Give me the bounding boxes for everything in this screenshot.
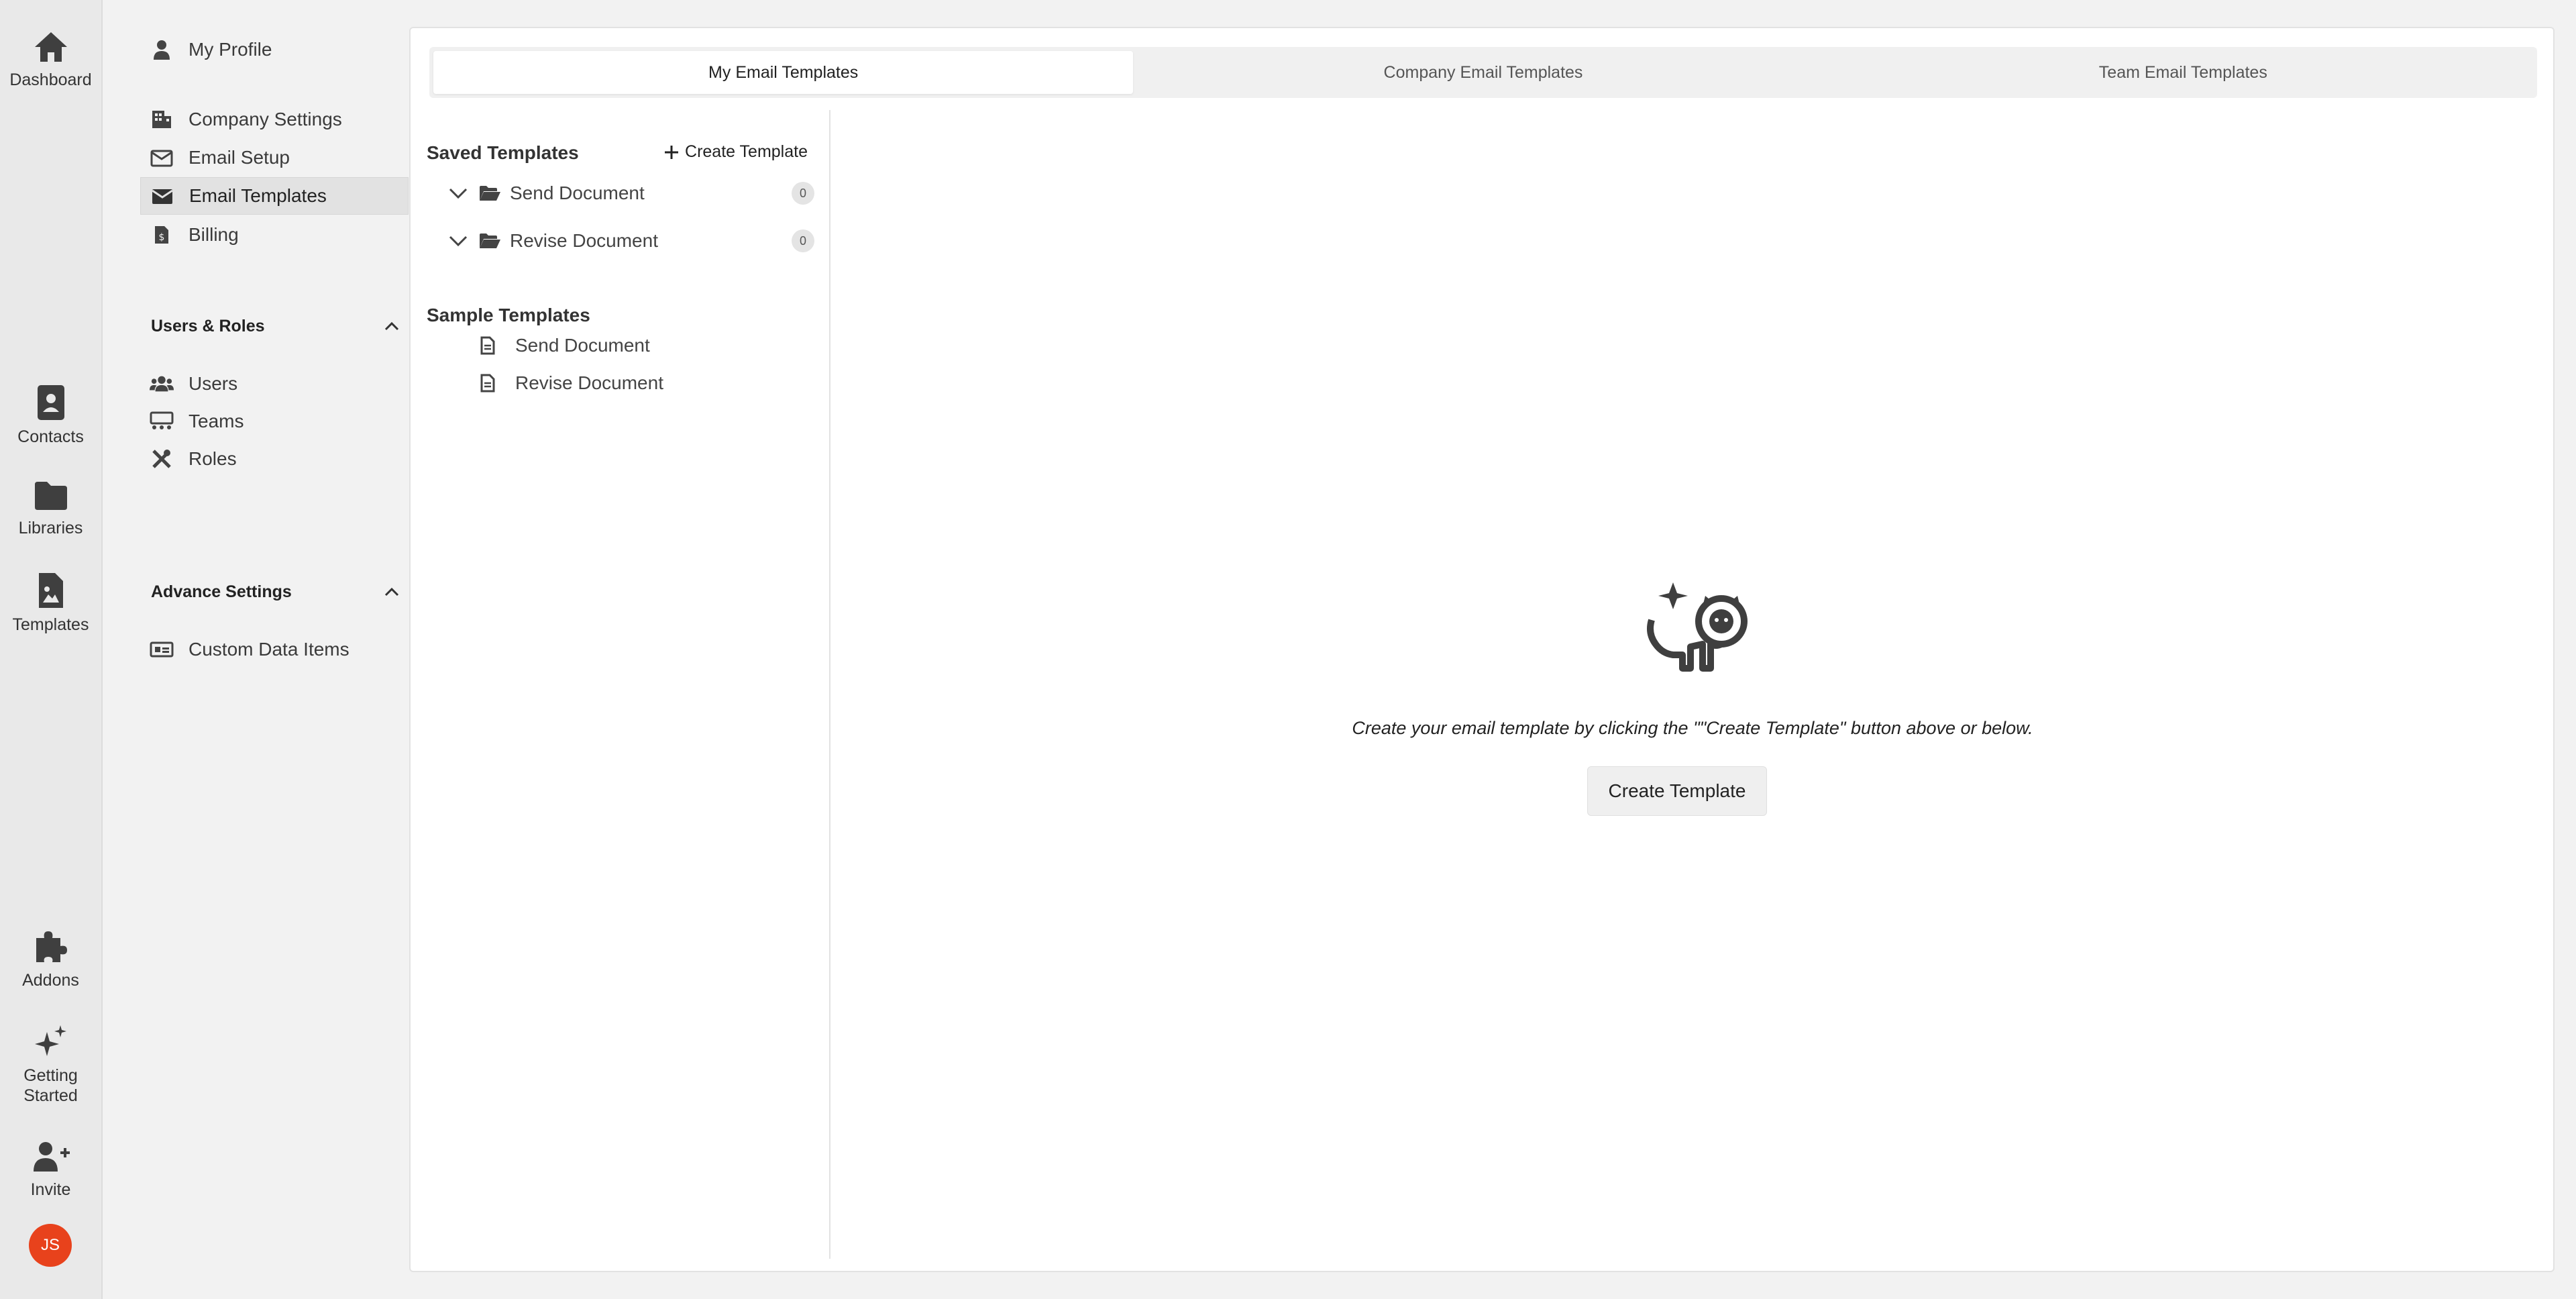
- envelope-icon: [150, 184, 174, 208]
- nav-custom-data-items-label: Custom Data Items: [189, 639, 350, 660]
- nav-email-templates-label: Email Templates: [189, 185, 327, 206]
- invoice-icon: $: [150, 223, 174, 247]
- create-template-link-label: Create Template: [685, 142, 808, 161]
- cat-illustration-icon: [1647, 582, 1748, 672]
- data-field-icon: [150, 637, 174, 662]
- tab-my-email-templates[interactable]: My Email Templates: [433, 51, 1134, 94]
- sample-template-item[interactable]: Send Document: [478, 329, 650, 362]
- nav-company-settings[interactable]: Company Settings: [140, 101, 409, 138]
- sample-template-item[interactable]: Revise Document: [478, 366, 663, 400]
- folder-name: Revise Document: [510, 230, 658, 251]
- main-panel: My Email Templates Company Email Templat…: [409, 27, 2555, 1272]
- nav-users[interactable]: Users: [140, 365, 409, 403]
- document-icon: [480, 336, 495, 355]
- rail-addons[interactable]: Addons: [0, 927, 101, 990]
- rail-libraries-label: Libraries: [18, 519, 83, 537]
- rail-getting-started-label-2: Started: [23, 1086, 78, 1105]
- nav-my-profile[interactable]: My Profile: [140, 31, 409, 68]
- nav-email-setup-label: Email Setup: [189, 147, 290, 168]
- chevron-up-icon: [384, 587, 399, 596]
- rail-invite-label: Invite: [30, 1180, 71, 1199]
- user-icon: [150, 38, 174, 62]
- rail-invite[interactable]: Invite: [0, 1139, 101, 1200]
- advance-settings-section-toggle[interactable]: Advance Settings: [151, 578, 399, 605]
- chevron-down-icon[interactable]: [448, 235, 468, 247]
- document-icon: [480, 374, 495, 393]
- template-tabs: My Email Templates Company Email Templat…: [429, 47, 2537, 98]
- nav-my-profile-label: My Profile: [189, 39, 272, 60]
- rail-contacts[interactable]: Contacts: [0, 384, 101, 447]
- rail-dashboard[interactable]: Dashboard: [0, 30, 101, 90]
- nav-email-setup[interactable]: Email Setup: [140, 139, 409, 176]
- rail-templates[interactable]: Templates: [0, 572, 101, 635]
- avatar-initials: JS: [40, 1236, 60, 1254]
- users-roles-header: Users & Roles: [151, 316, 265, 335]
- rail-libraries[interactable]: Libraries: [0, 479, 101, 538]
- nav-billing-label: Billing: [189, 224, 239, 245]
- empty-state-message: Create your email template by clicking t…: [1352, 718, 2033, 738]
- contacts-icon: [37, 385, 64, 420]
- rail-templates-label: Templates: [12, 615, 89, 634]
- folder-count-badge: 0: [792, 182, 814, 205]
- sample-template-name: Send Document: [515, 335, 650, 356]
- folder-count-badge: 0: [792, 229, 814, 252]
- chevron-down-icon[interactable]: [448, 187, 468, 199]
- rail-getting-started-label-1: Getting: [23, 1066, 78, 1085]
- rail-dashboard-label: Dashboard: [9, 70, 92, 89]
- empty-state: Create your email template by clicking t…: [830, 110, 2555, 1259]
- nav-billing[interactable]: $ Billing: [140, 216, 409, 254]
- advance-settings-header: Advance Settings: [151, 582, 292, 601]
- nav-users-label: Users: [189, 373, 238, 394]
- settings-nav: My Profile Company Settings Email Setup …: [103, 0, 409, 1299]
- folder-row[interactable]: Send Document 0: [448, 174, 814, 212]
- folder-row[interactable]: Revise Document 0: [448, 222, 814, 260]
- folder-name: Send Document: [510, 183, 645, 203]
- nav-email-templates[interactable]: Email Templates: [140, 177, 409, 215]
- nav-teams-label: Teams: [189, 411, 244, 431]
- template-icon: [38, 573, 63, 608]
- create-template-link[interactable]: Create Template: [663, 142, 808, 162]
- nav-teams[interactable]: Teams: [140, 403, 409, 440]
- users-icon: [150, 372, 174, 396]
- nav-custom-data-items[interactable]: Custom Data Items: [140, 631, 409, 668]
- rail-contacts-label: Contacts: [17, 427, 84, 446]
- home-icon: [34, 32, 67, 62]
- rail-addons-label: Addons: [22, 971, 79, 990]
- left-rail: Dashboard Contacts Libraries Templates A…: [0, 0, 103, 1299]
- saved-templates-title: Saved Templates: [427, 142, 579, 163]
- tab-team-email-templates[interactable]: Team Email Templates: [1833, 51, 2533, 94]
- building-icon: [150, 107, 174, 132]
- envelope-open-icon: [150, 146, 174, 170]
- plus-icon: [665, 145, 679, 159]
- nav-roles[interactable]: Roles: [140, 440, 409, 478]
- tools-icon: [150, 447, 174, 471]
- puzzle-icon: [36, 931, 67, 962]
- svg-text:$: $: [159, 232, 165, 243]
- nav-company-settings-label: Company Settings: [189, 109, 342, 129]
- sparkle-icon: [34, 1025, 66, 1056]
- folder-icon: [34, 482, 67, 510]
- tab-company-email-templates[interactable]: Company Email Templates: [1133, 51, 1833, 94]
- sample-template-name: Revise Document: [515, 372, 663, 393]
- avatar[interactable]: JS: [29, 1224, 72, 1267]
- users-roles-section-toggle[interactable]: Users & Roles: [151, 313, 399, 340]
- user-plus-icon: [33, 1142, 70, 1172]
- folder-open-icon: [480, 186, 500, 201]
- sample-templates-title: Sample Templates: [427, 305, 590, 325]
- template-list: Saved Templates Create Template Send Doc…: [411, 110, 830, 1259]
- create-template-button[interactable]: Create Template: [1587, 766, 1767, 816]
- chevron-up-icon: [384, 321, 399, 331]
- teams-icon: [150, 409, 174, 433]
- nav-roles-label: Roles: [189, 448, 237, 469]
- rail-getting-started[interactable]: Getting Started: [0, 1023, 101, 1106]
- folder-open-icon: [480, 233, 500, 248]
